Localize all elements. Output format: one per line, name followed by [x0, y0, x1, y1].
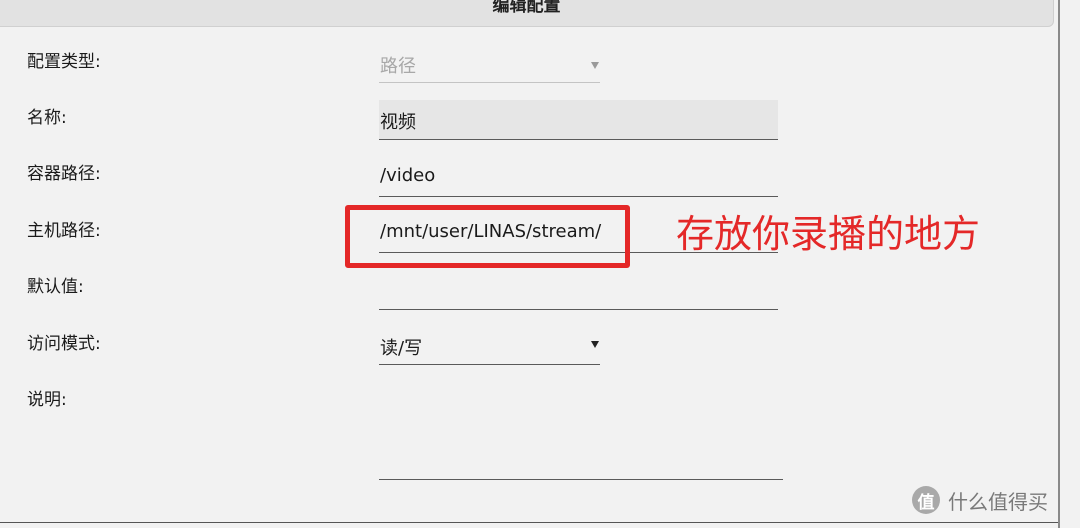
dialog-header: 编辑配置	[0, 0, 1054, 27]
config-type-select: 路径	[379, 48, 600, 83]
name-label: 名称:	[27, 108, 67, 128]
annotation-text: 存放你录播的地方	[676, 212, 981, 256]
watermark: 值 什么值得买	[912, 484, 1048, 516]
dialog-title: 编辑配置	[492, 0, 561, 16]
name-field: 视频	[379, 100, 778, 140]
config-type-label: 配置类型:	[27, 52, 101, 72]
name-value: 视频	[380, 112, 416, 133]
access-mode-label: 访问模式:	[27, 334, 101, 354]
container-path-label: 容器路径:	[27, 164, 101, 184]
chevron-down-icon	[591, 62, 599, 69]
access-mode-select[interactable]: 读/写	[379, 327, 600, 365]
watermark-text: 什么值得买	[948, 489, 1048, 514]
host-path-label: 主机路径:	[27, 221, 101, 241]
dialog-bottom-divider	[0, 522, 1058, 523]
chevron-down-icon	[591, 341, 599, 348]
watermark-logo-icon: 值	[912, 486, 940, 514]
config-type-value: 路径	[380, 56, 416, 77]
container-path-value: /video	[380, 165, 436, 186]
container-path-input[interactable]: /video	[379, 157, 778, 197]
description-textarea[interactable]	[379, 384, 783, 480]
highlight-box	[345, 205, 630, 268]
description-label: 说明:	[27, 390, 67, 410]
access-mode-value: 读/写	[380, 338, 423, 359]
dialog-right-border	[1058, 0, 1060, 528]
default-value-input[interactable]	[379, 270, 778, 310]
default-value-label: 默认值:	[27, 277, 84, 297]
